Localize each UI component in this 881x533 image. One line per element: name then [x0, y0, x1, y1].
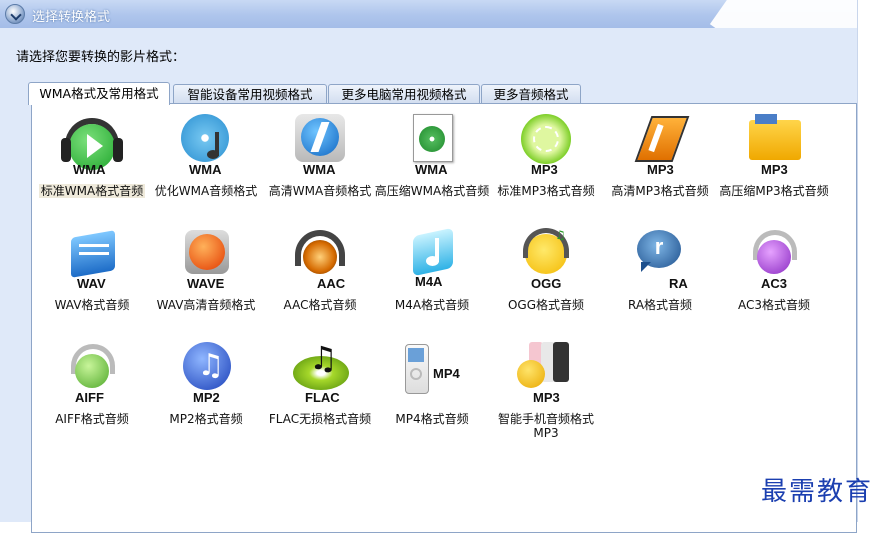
format-label: 高清MP3格式音频: [611, 184, 709, 198]
format-tag: RA: [669, 276, 688, 291]
format-item-wma-optimized[interactable]: WMA 优化WMA音频格式: [146, 112, 266, 198]
format-tag: M4A: [415, 274, 443, 289]
tab-pc-video[interactable]: 更多电脑常用视频格式: [328, 84, 480, 103]
format-label: MP2格式音频: [169, 412, 243, 426]
format-item-wma-compressed[interactable]: WMA 高压缩WMA格式音频: [372, 112, 492, 198]
format-label: AIFF格式音频: [55, 412, 129, 426]
format-label: 高压缩WMA格式音频: [374, 184, 490, 198]
format-item-m4a[interactable]: M4A M4A格式音频: [372, 226, 492, 312]
format-tag: MP4: [433, 366, 460, 381]
format-item-aiff[interactable]: AIFF AIFF格式音频: [32, 340, 152, 426]
format-item-mp2[interactable]: ♫ MP2 MP2格式音频: [146, 340, 266, 426]
green-headphones-icon: AIFF: [57, 340, 127, 410]
format-item-aac[interactable]: AAC AAC格式音频: [260, 226, 380, 312]
title-bar: 选择转换格式: [0, 0, 857, 28]
title-highlight: [709, 0, 857, 28]
tab-wma-common[interactable]: WMA格式及常用格式: [28, 82, 170, 105]
format-label: 标准WMA格式音频: [38, 184, 146, 198]
window-title: 选择转换格式: [32, 10, 111, 25]
tab-more-audio[interactable]: 更多音频格式: [481, 84, 581, 103]
format-item-wav[interactable]: WAV WAV格式音频: [32, 226, 152, 312]
format-tag: OGG: [531, 276, 562, 291]
format-tag: WMA: [303, 162, 336, 177]
format-tag: AIFF: [75, 390, 104, 405]
lime-icon: MP3: [511, 112, 581, 182]
format-item-ra[interactable]: r RA RA格式音频: [600, 226, 720, 312]
format-tag: AC3: [761, 276, 788, 291]
format-label: 智能手机音频格式MP3: [497, 412, 594, 440]
format-label: AAC格式音频: [283, 298, 357, 312]
format-item-wave-hd[interactable]: WAVE WAV高清音频格式: [146, 226, 266, 312]
format-label: RA格式音频: [627, 298, 693, 312]
watermark-text: 最需教育: [760, 477, 873, 507]
format-label: M4A格式音频: [394, 298, 470, 312]
winamp-icon: MP3: [625, 112, 695, 182]
format-tag: FLAC: [305, 390, 340, 405]
format-item-wma-standard[interactable]: WMA 标准WMA格式音频: [32, 112, 152, 198]
format-label: 高清WMA音频格式: [268, 184, 372, 198]
real-audio-icon: r RA: [625, 226, 695, 296]
format-tag: WMA: [415, 162, 448, 177]
purple-headphones-icon: AC3: [739, 226, 809, 296]
format-tag: WMA: [189, 162, 222, 177]
flac-disc-icon: ♫ FLAC: [285, 340, 355, 410]
format-label: WAV高清音频格式: [156, 298, 256, 312]
format-label: OGG格式音频: [507, 298, 585, 312]
format-tag: MP3: [533, 390, 560, 405]
ipod-icon: MP4: [397, 340, 467, 410]
headphones-play-icon: WMA: [57, 112, 127, 182]
format-label: AC3格式音频: [737, 298, 810, 312]
format-label: FLAC无损格式音频: [268, 412, 372, 426]
disco-headphones-icon: AAC: [285, 226, 355, 296]
format-label: WAV格式音频: [54, 298, 130, 312]
format-tag: MP3: [531, 162, 558, 177]
app-icon[interactable]: [5, 4, 25, 24]
format-tag: MP3: [761, 162, 788, 177]
format-label: 标准MP3格式音频: [497, 184, 595, 198]
document-disc-icon: WMA: [397, 112, 467, 182]
blue-note-icon: ♫ MP2: [171, 340, 241, 410]
folder-mp3-icon: MP3: [739, 112, 809, 182]
lightning-icon: WMA: [285, 112, 355, 182]
format-label: 高压缩MP3格式音频: [719, 184, 829, 198]
tab-smart-device-video[interactable]: 智能设备常用视频格式: [173, 84, 327, 103]
cyan-note-icon: M4A: [397, 226, 467, 296]
format-item-ac3[interactable]: AC3 AC3格式音频: [714, 226, 834, 312]
prompt-text: 请选择您要转换的影片格式：: [16, 50, 186, 65]
format-tag: WMA: [73, 162, 106, 177]
format-tag: MP2: [193, 390, 220, 405]
format-item-mp4[interactable]: MP4 MP4格式音频: [372, 340, 492, 426]
format-item-wma-hd[interactable]: WMA 高清WMA音频格式: [260, 112, 380, 198]
format-label: MP4格式音频: [395, 412, 469, 426]
format-item-mp3-hd[interactable]: MP3 高清MP3格式音频: [600, 112, 720, 198]
format-item-mp3-smartphone[interactable]: MP3 智能手机音频格式MP3: [486, 340, 606, 440]
disc-note-icon: WMA: [171, 112, 241, 182]
orange-wave-icon: WAVE: [171, 226, 241, 296]
format-tag: MP3: [647, 162, 674, 177]
format-grid: WMA 标准WMA格式音频 WMA 优化WMA音频格式 WMA 高清WMA音频格…: [31, 103, 857, 533]
format-item-mp3-standard[interactable]: MP3 标准MP3格式音频: [486, 112, 606, 198]
format-item-flac[interactable]: ♫ FLAC FLAC无损格式音频: [260, 340, 380, 426]
format-dialog: 选择转换格式 请选择您要转换的影片格式： WMA格式及常用格式 智能设备常用视频…: [0, 0, 858, 533]
speaker-icon: WAV: [57, 226, 127, 296]
format-item-ogg[interactable]: ♫ OGG OGG格式音频: [486, 226, 606, 312]
format-item-mp3-compressed[interactable]: MP3 高压缩MP3格式音频: [714, 112, 834, 198]
format-tag: WAV: [77, 276, 106, 291]
format-label: 优化WMA音频格式: [154, 184, 258, 198]
smartphones-icon: MP3: [511, 340, 581, 410]
format-tag: AAC: [317, 276, 346, 291]
format-tag: WAVE: [187, 276, 225, 291]
chick-headphones-icon: ♫ OGG: [511, 226, 581, 296]
